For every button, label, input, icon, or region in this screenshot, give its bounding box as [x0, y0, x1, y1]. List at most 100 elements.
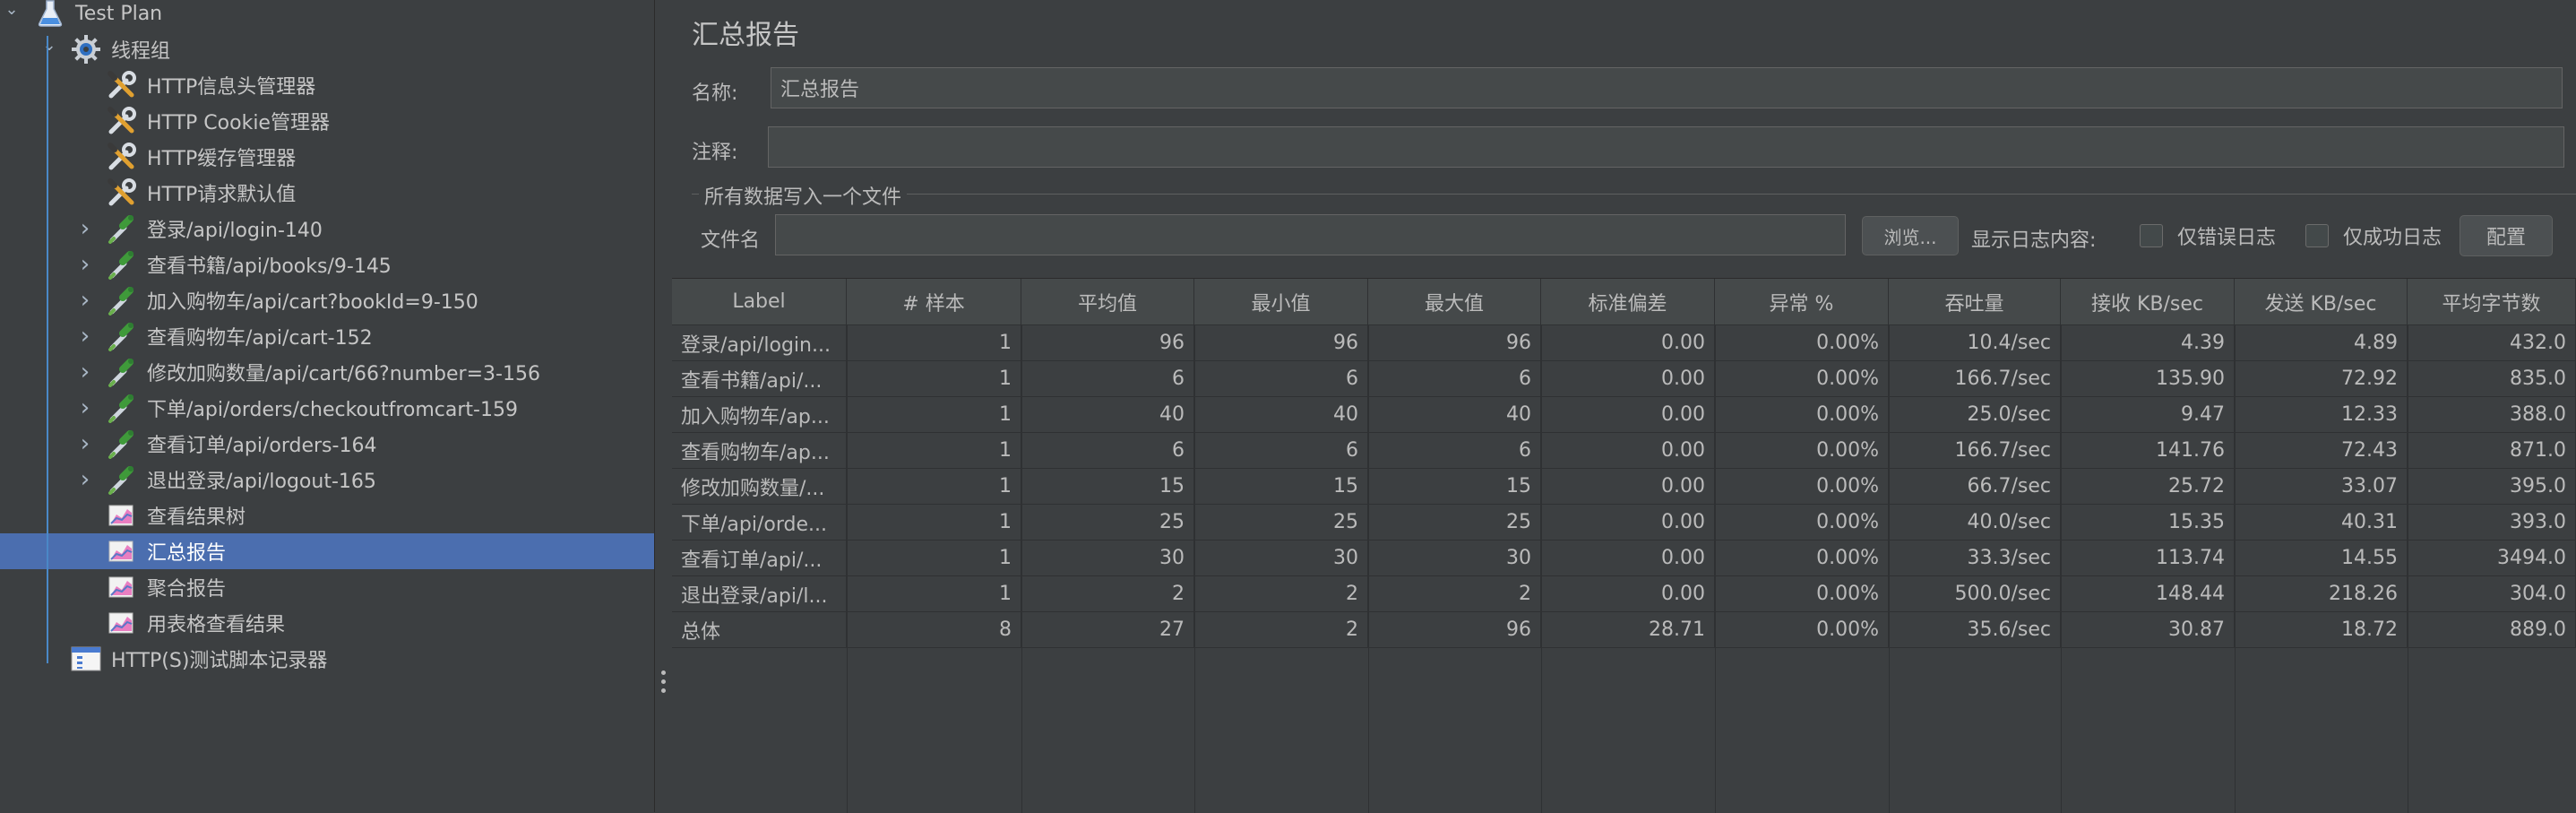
- table-cell: 113.74: [2061, 541, 2235, 576]
- table-cell: 1: [847, 505, 1021, 541]
- table-cell: 835.0: [2408, 361, 2576, 397]
- table-cell: 96: [1021, 325, 1194, 361]
- table-row[interactable]: 登录/api/login... 1 96 96 96 0.00 0.00% 10.4/sec 4…: [672, 325, 2576, 361]
- table-cell: 1: [847, 361, 1021, 397]
- tree-item[interactable]: HTTP信息头管理器: [0, 67, 654, 103]
- expand-down-icon[interactable]: ⌄: [2, 0, 22, 19]
- table-cell: 66.7/sec: [1889, 469, 2061, 505]
- tree-item[interactable]: HTTP(S)测试脚本记录器: [0, 641, 654, 677]
- column-header[interactable]: 接收 KB/sec: [2061, 279, 2235, 325]
- table-cell: 25: [1194, 505, 1368, 541]
- table-cell: 1: [847, 469, 1021, 505]
- errors-only-checkbox-box[interactable]: [2140, 224, 2163, 247]
- table-row[interactable]: 查看订单/api/... 1 30 30 30 0.00 0.00% 33.3/sec 113.…: [672, 541, 2576, 576]
- filename-field[interactable]: [775, 214, 1846, 255]
- table-cell: 登录/api/login...: [672, 325, 847, 361]
- browse-button[interactable]: 浏览...: [1862, 216, 1959, 255]
- tree-item[interactable]: ⌄ Test Plan: [0, 0, 654, 31]
- table-cell: 33.3/sec: [1889, 541, 2061, 576]
- table-cell: 1: [847, 541, 1021, 576]
- column-header[interactable]: 异常 %: [1715, 279, 1889, 325]
- tree-item[interactable]: › 登录/api/login-140: [0, 211, 654, 246]
- table-cell: 141.76: [2061, 433, 2235, 469]
- tree-item[interactable]: 查看结果树: [0, 497, 654, 533]
- column-header[interactable]: 最小值: [1194, 279, 1368, 325]
- tree-item[interactable]: ⌄ 线程组: [0, 31, 654, 67]
- table-row[interactable]: 查看书籍/api/... 1 6 6 6 0.00 0.00% 166.7/sec 135.90…: [672, 361, 2576, 397]
- table-cell: 135.90: [2061, 361, 2235, 397]
- tree-item[interactable]: › 退出登录/api/logout-165: [0, 462, 654, 497]
- table-row[interactable]: 退出登录/api/l... 1 2 2 2 0.00 0.00% 500.0/sec 148.4…: [672, 576, 2576, 612]
- expand-right-icon[interactable]: ›: [75, 251, 95, 278]
- table-row[interactable]: 加入购物车/ap... 1 40 40 40 0.00 0.00% 25.0/sec 9.47 1…: [672, 397, 2576, 433]
- expand-right-icon[interactable]: ›: [75, 359, 95, 385]
- expand-right-icon[interactable]: ›: [75, 215, 95, 242]
- tree-item[interactable]: 汇总报告: [0, 533, 654, 569]
- success-only-checkbox-box[interactable]: [2305, 224, 2329, 247]
- table-row[interactable]: 修改加购数量/... 1 15 15 15 0.00 0.00% 66.7/sec 25.72 3…: [672, 469, 2576, 505]
- table-cell: 6: [1021, 433, 1194, 469]
- table-cell: 40.31: [2235, 505, 2408, 541]
- table-cell: 4.89: [2235, 325, 2408, 361]
- errors-only-checkbox[interactable]: 仅错误日志: [2140, 221, 2276, 250]
- column-header[interactable]: # 样本: [847, 279, 1021, 325]
- column-header[interactable]: 发送 KB/sec: [2235, 279, 2408, 325]
- table-cell: 2: [1194, 612, 1368, 648]
- table-cell: 0.00: [1541, 361, 1715, 397]
- tree-item[interactable]: › 下单/api/orders/checkoutfromcart-159: [0, 390, 654, 426]
- summary-table[interactable]: Label # 样本 平均值 最小值 最大值 标准偏差 异常 % 吞吐量 接收 KB/sec 发送…: [672, 278, 2576, 813]
- name-field[interactable]: 汇总报告: [771, 67, 2563, 108]
- expand-right-icon[interactable]: ›: [75, 466, 95, 493]
- column-header[interactable]: 平均字节数: [2408, 279, 2576, 325]
- test-plan-tree[interactable]: ⌄ Test Plan ⌄ 线程组 HTTP信息头管理器 HTTP Cookie管理器 HT…: [0, 0, 654, 812]
- column-header[interactable]: 标准偏差: [1541, 279, 1715, 325]
- table-cell: 12.33: [2235, 397, 2408, 433]
- tree-item[interactable]: HTTP请求默认值: [0, 175, 654, 211]
- success-only-label: 仅成功日志: [2343, 227, 2442, 249]
- table-cell: 27: [1021, 612, 1194, 648]
- chart-icon: [106, 499, 138, 532]
- tree-item-label: 聚合报告: [147, 578, 227, 601]
- configure-button[interactable]: 配置: [2460, 215, 2553, 256]
- column-header[interactable]: Label: [672, 279, 847, 325]
- table-cell: 0.00%: [1715, 541, 1889, 576]
- tree-item[interactable]: › 修改加购数量/api/cart/66?number=3-156: [0, 354, 654, 390]
- tree-item[interactable]: › 加入购物车/api/cart?bookId=9-150: [0, 282, 654, 318]
- success-only-checkbox[interactable]: 仅成功日志: [2305, 221, 2442, 250]
- tree-item[interactable]: › 查看书籍/api/books/9-145: [0, 246, 654, 282]
- chart-icon: [106, 535, 138, 567]
- expand-right-icon[interactable]: ›: [75, 323, 95, 350]
- column-header[interactable]: 最大值: [1368, 279, 1541, 325]
- total-row[interactable]: 总体 8 27 2 96 28.71 0.00% 35.6/sec 30.87 18.72 889.…: [672, 612, 2576, 648]
- tree-item[interactable]: 用表格查看结果: [0, 605, 654, 641]
- pipette-icon: [106, 284, 138, 316]
- column-header[interactable]: 平均值: [1021, 279, 1194, 325]
- drag-handle-icon[interactable]: [661, 670, 667, 697]
- panel-title: 汇总报告: [692, 20, 799, 51]
- expand-right-icon[interactable]: ›: [75, 430, 95, 457]
- split-pane-divider[interactable]: [654, 0, 672, 812]
- table-cell: 2: [1194, 576, 1368, 612]
- table-cell: 96: [1368, 325, 1541, 361]
- expand-right-icon[interactable]: ›: [75, 287, 95, 314]
- tree-item[interactable]: › 查看订单/api/orders-164: [0, 426, 654, 462]
- table-cell: 40.0/sec: [1889, 505, 2061, 541]
- table-cell: 0.00%: [1715, 433, 1889, 469]
- table-cell: 15: [1021, 469, 1194, 505]
- expand-down-icon[interactable]: ⌄: [39, 35, 59, 55]
- pipette-icon: [106, 463, 138, 496]
- tree-item[interactable]: › 查看购物车/api/cart-152: [0, 318, 654, 354]
- pipette-icon: [106, 212, 138, 245]
- column-header[interactable]: 吞吐量: [1889, 279, 2061, 325]
- table-cell: 1: [847, 325, 1021, 361]
- expand-right-icon[interactable]: ›: [75, 394, 95, 421]
- comment-field[interactable]: [768, 126, 2564, 168]
- table-row[interactable]: 查看购物车/ap... 1 6 6 6 0.00 0.00% 166.7/sec 141.76 7…: [672, 433, 2576, 469]
- tree-item[interactable]: 聚合报告: [0, 569, 654, 605]
- table-cell: 0.00%: [1715, 361, 1889, 397]
- table-row[interactable]: 下单/api/orde... 1 25 25 25 0.00 0.00% 40.0/sec 15…: [672, 505, 2576, 541]
- tree-item[interactable]: HTTP缓存管理器: [0, 139, 654, 175]
- tree-item[interactable]: HTTP Cookie管理器: [0, 103, 654, 139]
